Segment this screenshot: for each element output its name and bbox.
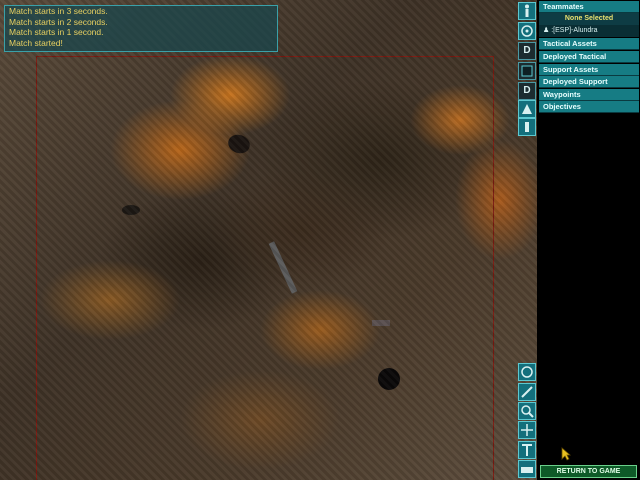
support-assets-header[interactable]: Support Assets (539, 64, 639, 76)
deployed-tactical-header[interactable]: Deployed Tactical (539, 51, 639, 63)
zoom-out-icon[interactable] (518, 383, 536, 401)
chat-message: Match starts in 2 seconds. (9, 16, 108, 27)
chat-message: Match started! (9, 37, 63, 48)
camera-icon[interactable] (518, 460, 536, 478)
bridge-structure (268, 241, 298, 294)
structure (122, 205, 140, 215)
return-to-game-button[interactable]: RETURN TO GAME (540, 465, 637, 478)
sensor-circle-icon[interactable] (518, 22, 536, 40)
deployed-support-header[interactable]: Deployed Support (539, 76, 639, 88)
bunker-structure (372, 320, 390, 326)
command-map-screen: Match starts in 3 seconds. Match starts … (0, 0, 640, 480)
terrain-map[interactable] (0, 0, 537, 480)
mission-boundary-right (493, 56, 494, 480)
vehicle-icon[interactable] (518, 62, 536, 80)
waypoints-header[interactable]: Waypoints (539, 89, 639, 101)
chat-message: Match starts in 1 second. (9, 27, 104, 37)
zoom-in-icon[interactable] (518, 402, 536, 420)
chat-message: Match starts in 3 seconds. (9, 6, 108, 16)
player-figure-icon[interactable] (518, 2, 536, 20)
turret-icon[interactable] (518, 100, 536, 118)
flag-icon[interactable] (518, 118, 536, 136)
base-structure-south (378, 368, 400, 390)
teammate-entry[interactable]: ♟ :[ESP]-Alundra (539, 25, 639, 37)
compass-icon[interactable] (518, 363, 536, 381)
deploy-icon[interactable]: D (518, 42, 536, 60)
chat-log: Match starts in 3 seconds. Match starts … (4, 5, 278, 52)
base-structure (225, 131, 253, 157)
selection-status: None Selected (539, 13, 639, 25)
player-figure-icon: ♟ (543, 27, 550, 34)
teammate-name: :[ESP]-Alundra (551, 27, 598, 34)
center-icon[interactable] (518, 421, 536, 439)
text-label-icon[interactable] (518, 441, 536, 459)
mission-boundary-top (36, 56, 494, 57)
teammates-header[interactable]: Teammates (539, 1, 639, 13)
tactical-assets-header[interactable]: Tactical Assets (539, 38, 639, 50)
mission-boundary-left (36, 56, 37, 480)
objectives-header[interactable]: Objectives (539, 101, 639, 113)
mouse-cursor-icon (561, 447, 571, 461)
deploy-icon[interactable]: D (518, 82, 536, 100)
